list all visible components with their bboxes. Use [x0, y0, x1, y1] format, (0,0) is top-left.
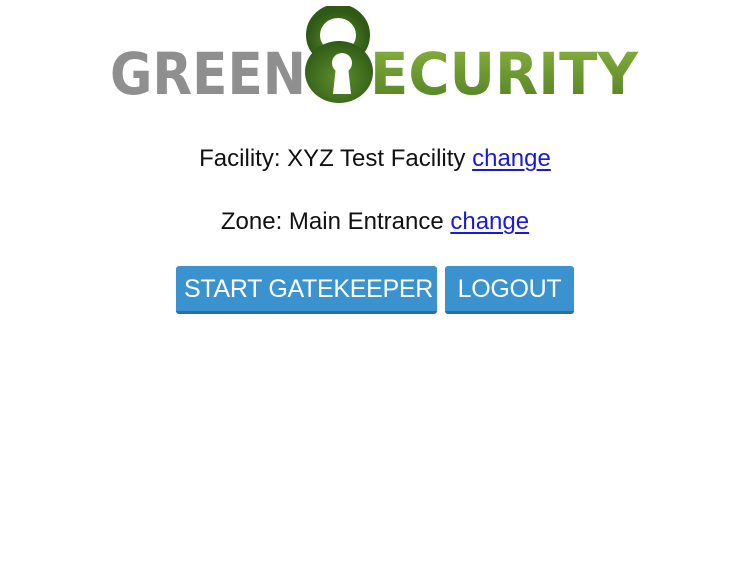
logo-word-green: GREEN	[110, 40, 306, 108]
zone-line: Zone: Main Entrance change	[0, 207, 750, 237]
start-gatekeeper-button[interactable]: START GATEKEEPER	[176, 266, 437, 314]
action-buttons: START GATEKEEPER LOGOUT	[0, 266, 750, 314]
logo-keyhole-s-icon	[305, 6, 373, 103]
change-zone-link[interactable]: change	[450, 208, 529, 235]
change-facility-link[interactable]: change	[472, 145, 551, 172]
facility-label: Facility: XYZ Test Facility	[199, 145, 466, 172]
facility-line: Facility: XYZ Test Facility change	[0, 144, 750, 174]
green-security-logo: GREEN ECURITY	[108, 6, 643, 110]
zone-label: Zone: Main Entrance	[220, 208, 444, 235]
logo-word-ecurity: ECURITY	[370, 40, 639, 108]
logout-button[interactable]: LOGOUT	[445, 266, 574, 314]
